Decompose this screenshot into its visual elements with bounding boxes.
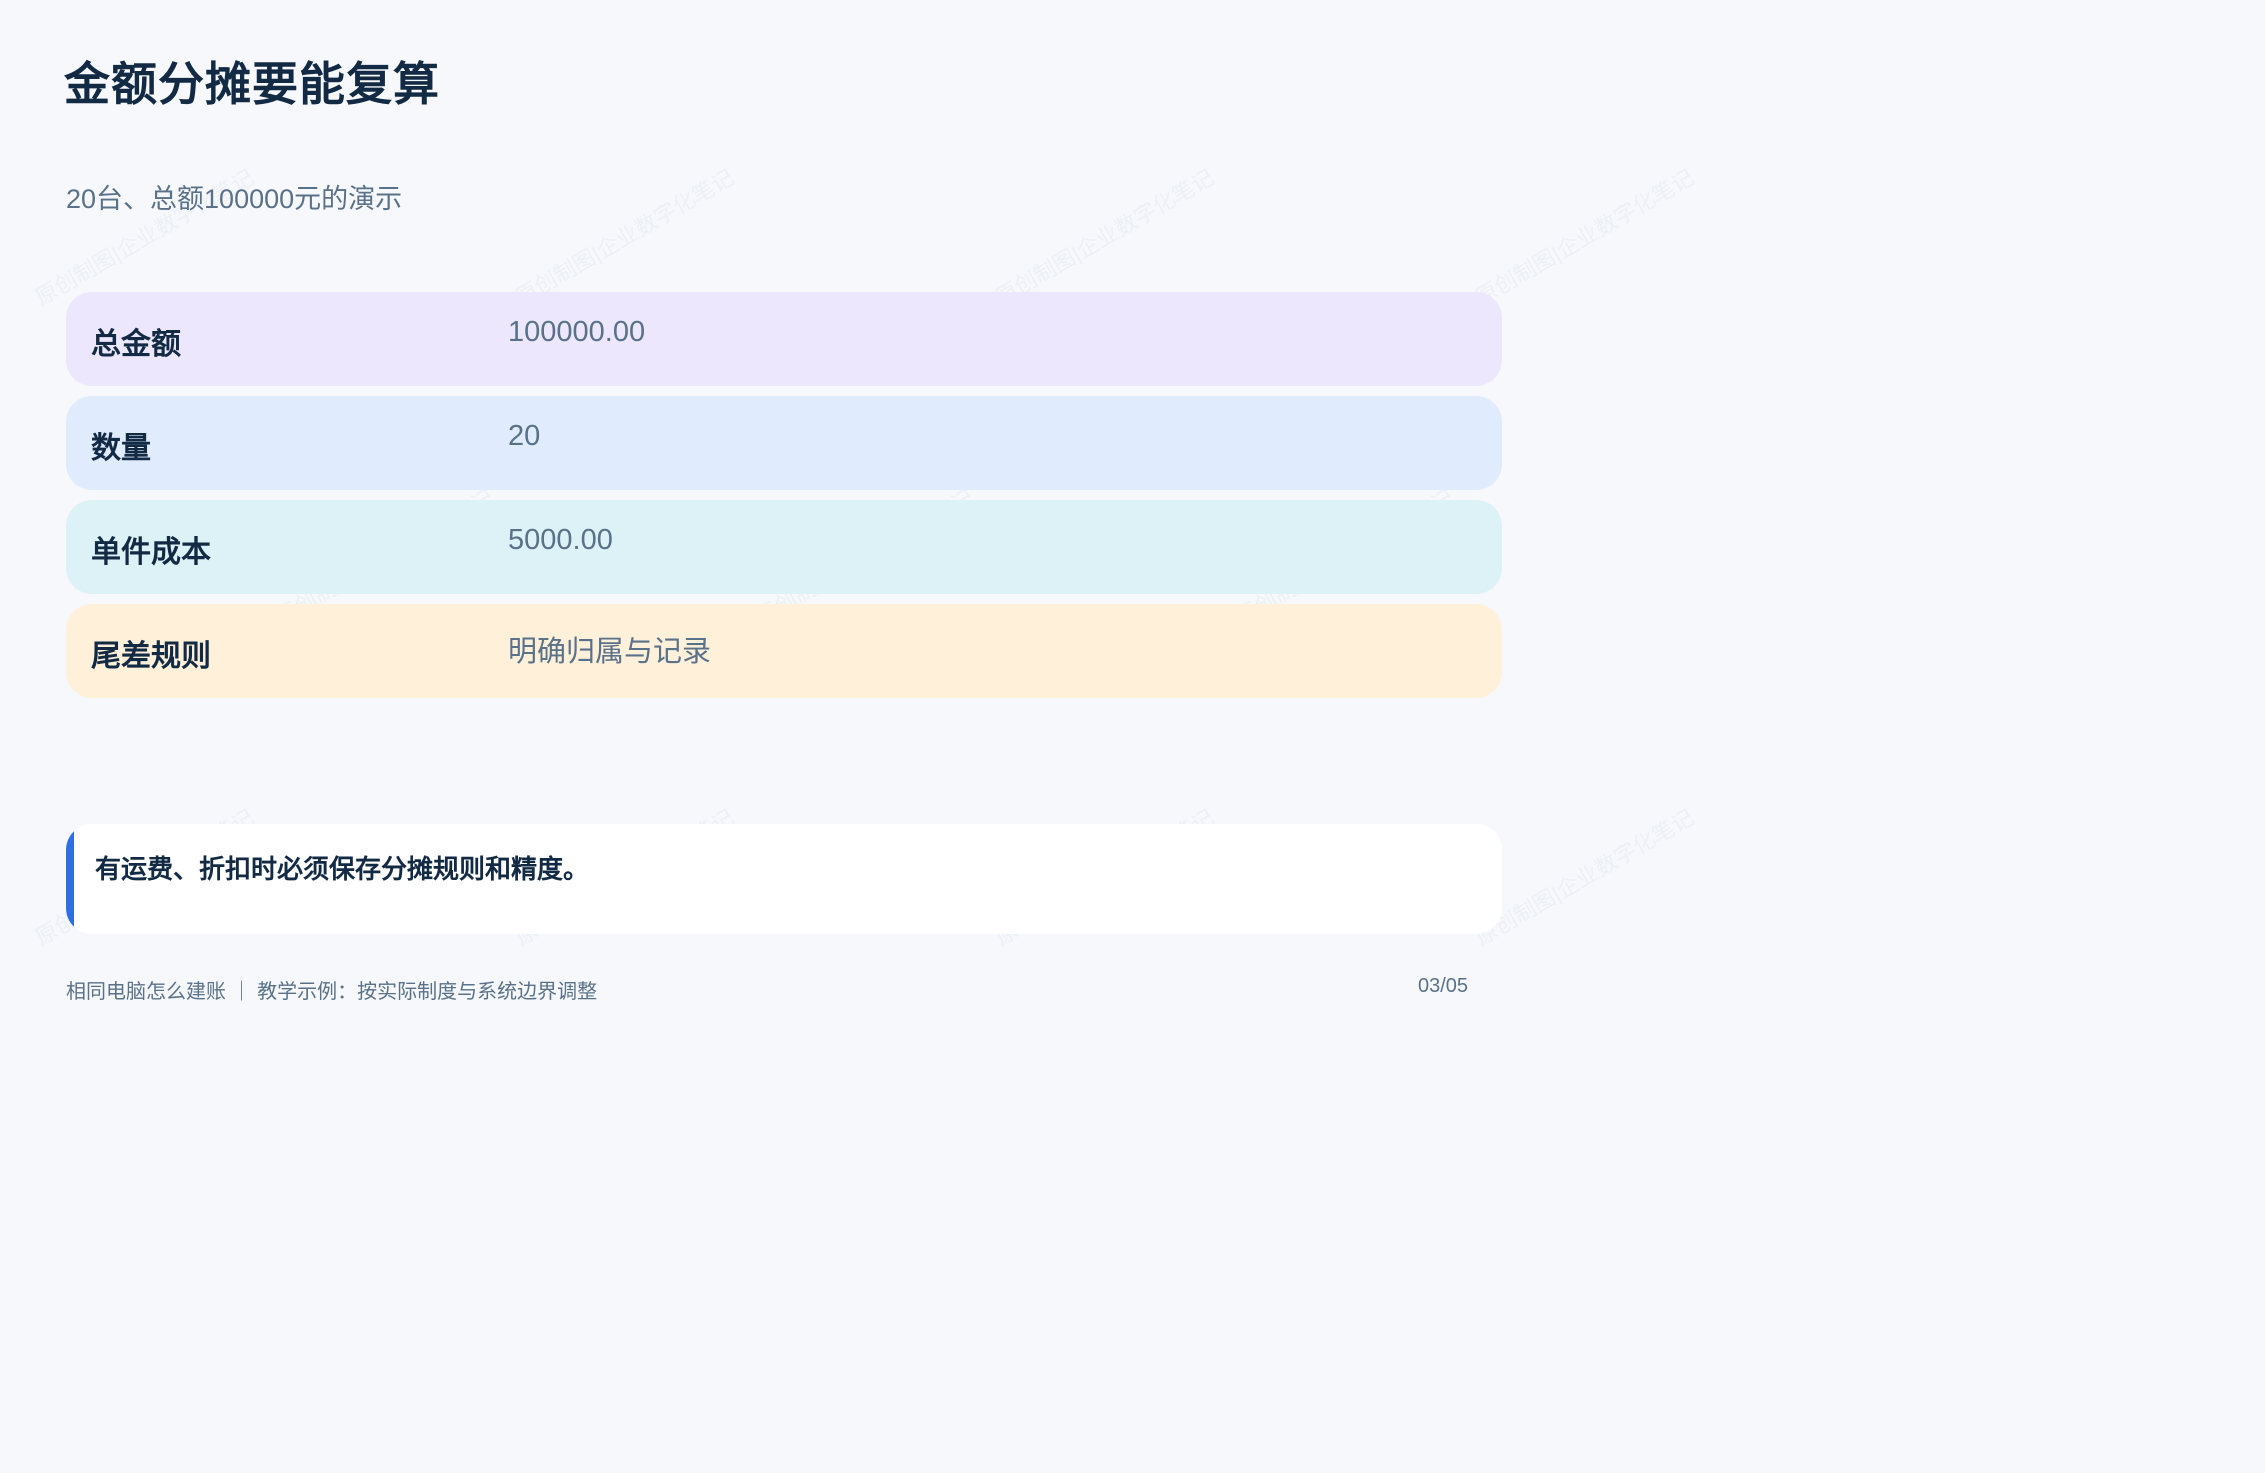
row-label: 总金额 [91, 328, 181, 361]
row-unit-cost: 单件成本 5000.00 [66, 500, 1502, 594]
row-value: 明确归属与记录 [508, 636, 712, 668]
row-quantity: 数量 20 [66, 396, 1502, 490]
row-value: 20 [508, 420, 541, 452]
row-total-amount: 总金额 100000.00 [66, 292, 1502, 386]
info-rows: 总金额 100000.00 数量 20 单件成本 5000.00 尾差规则 明确… [66, 292, 1502, 708]
watermark-text: 原创制图|企业数字化笔记 [511, 164, 739, 311]
page-title: 金额分摊要能复算 [64, 58, 440, 110]
page-number: 03/05 [1418, 975, 1469, 997]
footer-caption: 相同电脑怎么建账 ｜ 教学示例：按实际制度与系统边界调整 [66, 981, 598, 1003]
watermark-text: 原创制图|企业数字化笔记 [991, 164, 1219, 311]
note-callout: 有运费、折扣时必须保存分摊规则和精度。 [66, 824, 1502, 934]
row-value: 100000.00 [508, 316, 646, 348]
page-subtitle: 20台、总额100000元的演示 [66, 184, 403, 214]
row-value: 5000.00 [508, 524, 613, 556]
watermark-text: 原创制图|企业数字化笔记 [1471, 804, 1699, 951]
note-text: 有运费、折扣时必须保存分摊规则和精度。 [95, 854, 590, 884]
row-label: 数量 [91, 432, 151, 465]
watermark-text: 原创制图|企业数字化笔记 [1471, 164, 1699, 311]
row-label: 尾差规则 [91, 640, 211, 673]
row-rounding-rule: 尾差规则 明确归属与记录 [66, 604, 1502, 698]
note-accent-bar [66, 824, 74, 934]
row-label: 单件成本 [91, 536, 211, 569]
